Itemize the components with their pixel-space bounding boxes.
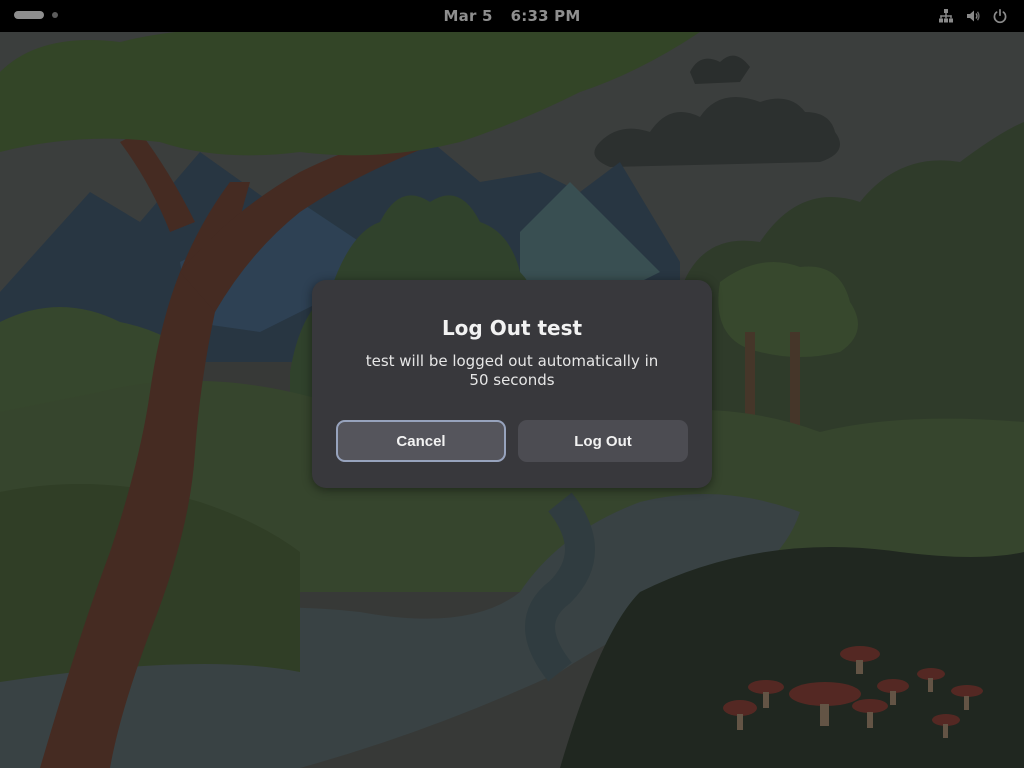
log-out-button[interactable]: Log Out [518,420,688,462]
dialog-buttons: Cancel Log Out [336,420,688,464]
dialog-message: test will be logged out automatically in… [365,352,659,389]
top-bar: Mar 5 6:33 PM [0,0,1024,32]
clock[interactable]: Mar 5 6:33 PM [0,7,1024,25]
power-icon [993,9,1007,24]
cancel-button[interactable]: Cancel [336,420,506,462]
logout-dialog: Log Out test test will be logged out aut… [312,280,712,488]
dialog-title: Log Out test [441,316,583,340]
system-tray[interactable] [938,8,1008,24]
network-icon [939,9,953,23]
volume-icon [967,10,980,22]
clock-time: 6:33 PM [510,7,581,25]
clock-date: Mar 5 [443,7,493,25]
